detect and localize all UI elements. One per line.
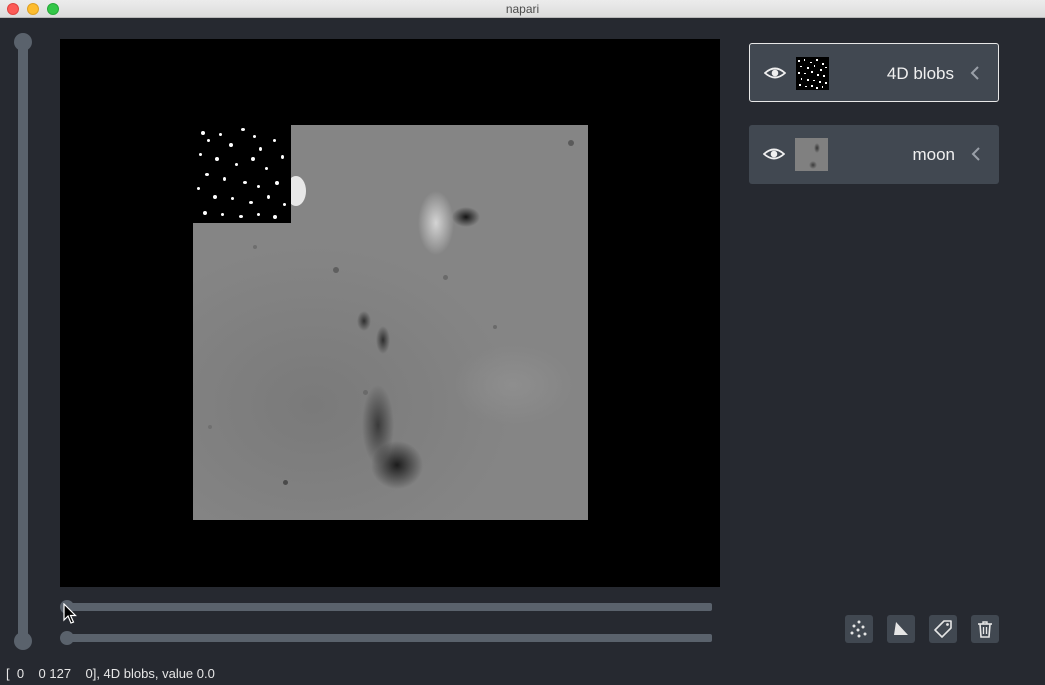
layer-name[interactable]: moon: [912, 145, 955, 165]
window-title: napari: [505, 2, 540, 16]
layer-item-4d-blobs[interactable]: 4D blobs: [749, 43, 999, 102]
layer-name[interactable]: 4D blobs: [887, 64, 954, 84]
blobs-image: [193, 125, 291, 223]
new-labels-button[interactable]: [929, 615, 957, 643]
dims-slider-0-track[interactable]: [62, 603, 712, 611]
delete-layer-button[interactable]: [971, 615, 999, 643]
dims-slider-1-handle[interactable]: [60, 631, 74, 645]
new-shapes-icon: [894, 622, 908, 635]
moon-thumbnail: [795, 138, 828, 171]
contrast-slider-track[interactable]: [18, 40, 28, 644]
contrast-slider-bottom-handle[interactable]: [14, 632, 32, 650]
viewer-canvas[interactable]: [60, 39, 720, 587]
chevron-left-icon[interactable]: [971, 147, 981, 161]
new-points-button[interactable]: [845, 615, 873, 643]
mouse-cursor-icon: [63, 603, 77, 624]
new-labels-icon: [934, 620, 952, 638]
blobs-thumbnail: [796, 57, 829, 90]
contrast-slider-top-handle[interactable]: [14, 33, 32, 51]
chevron-left-icon[interactable]: [970, 66, 980, 80]
new-points-icon: [850, 620, 867, 638]
eye-icon[interactable]: [763, 146, 785, 162]
status-text: [ 0 0 127 0], 4D blobs, value 0.0: [6, 666, 215, 681]
eye-icon[interactable]: [764, 65, 786, 81]
window-titlebar: napari: [0, 0, 1045, 18]
dims-slider-1-track[interactable]: [62, 634, 712, 642]
new-shapes-button[interactable]: [887, 615, 915, 643]
layer-item-moon[interactable]: moon: [749, 125, 999, 184]
delete-layer-icon: [978, 621, 992, 638]
